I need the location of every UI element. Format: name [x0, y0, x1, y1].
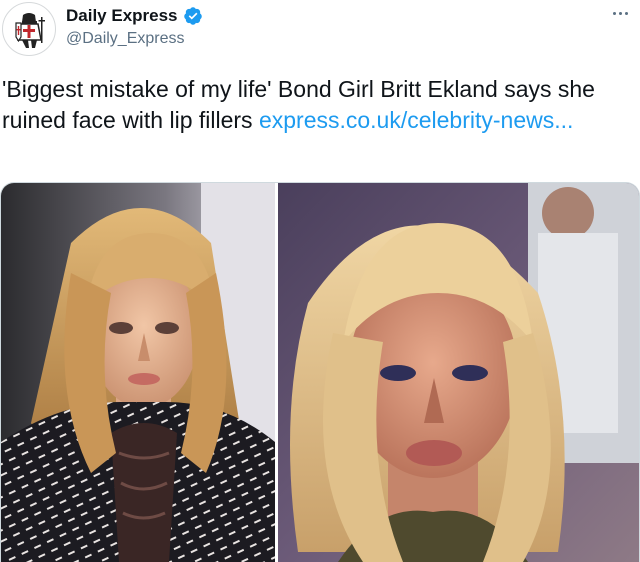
photo-current-portrait[interactable]: [275, 183, 639, 562]
verified-badge-icon: [183, 7, 202, 25]
author-name-line: Daily Express: [66, 5, 203, 27]
portrait-young-image: [1, 183, 275, 562]
tweet-link[interactable]: express.co.uk/celebrity-news...: [259, 107, 573, 133]
tweet-card: Daily Express @Daily_Express 'Biggest mi…: [0, 0, 640, 562]
author-handle[interactable]: @Daily_Express: [66, 30, 185, 48]
tweet-text: 'Biggest mistake of my life' Bond Girl B…: [2, 74, 632, 136]
more-options-icon[interactable]: [606, 2, 634, 24]
portrait-current-image: [278, 183, 639, 562]
tweet-media[interactable]: [0, 182, 640, 562]
author-display-name[interactable]: Daily Express: [66, 6, 178, 26]
crusader-knight-logo-icon: [4, 4, 54, 54]
photo-young-portrait[interactable]: [1, 183, 275, 562]
author-avatar[interactable]: [2, 2, 56, 56]
